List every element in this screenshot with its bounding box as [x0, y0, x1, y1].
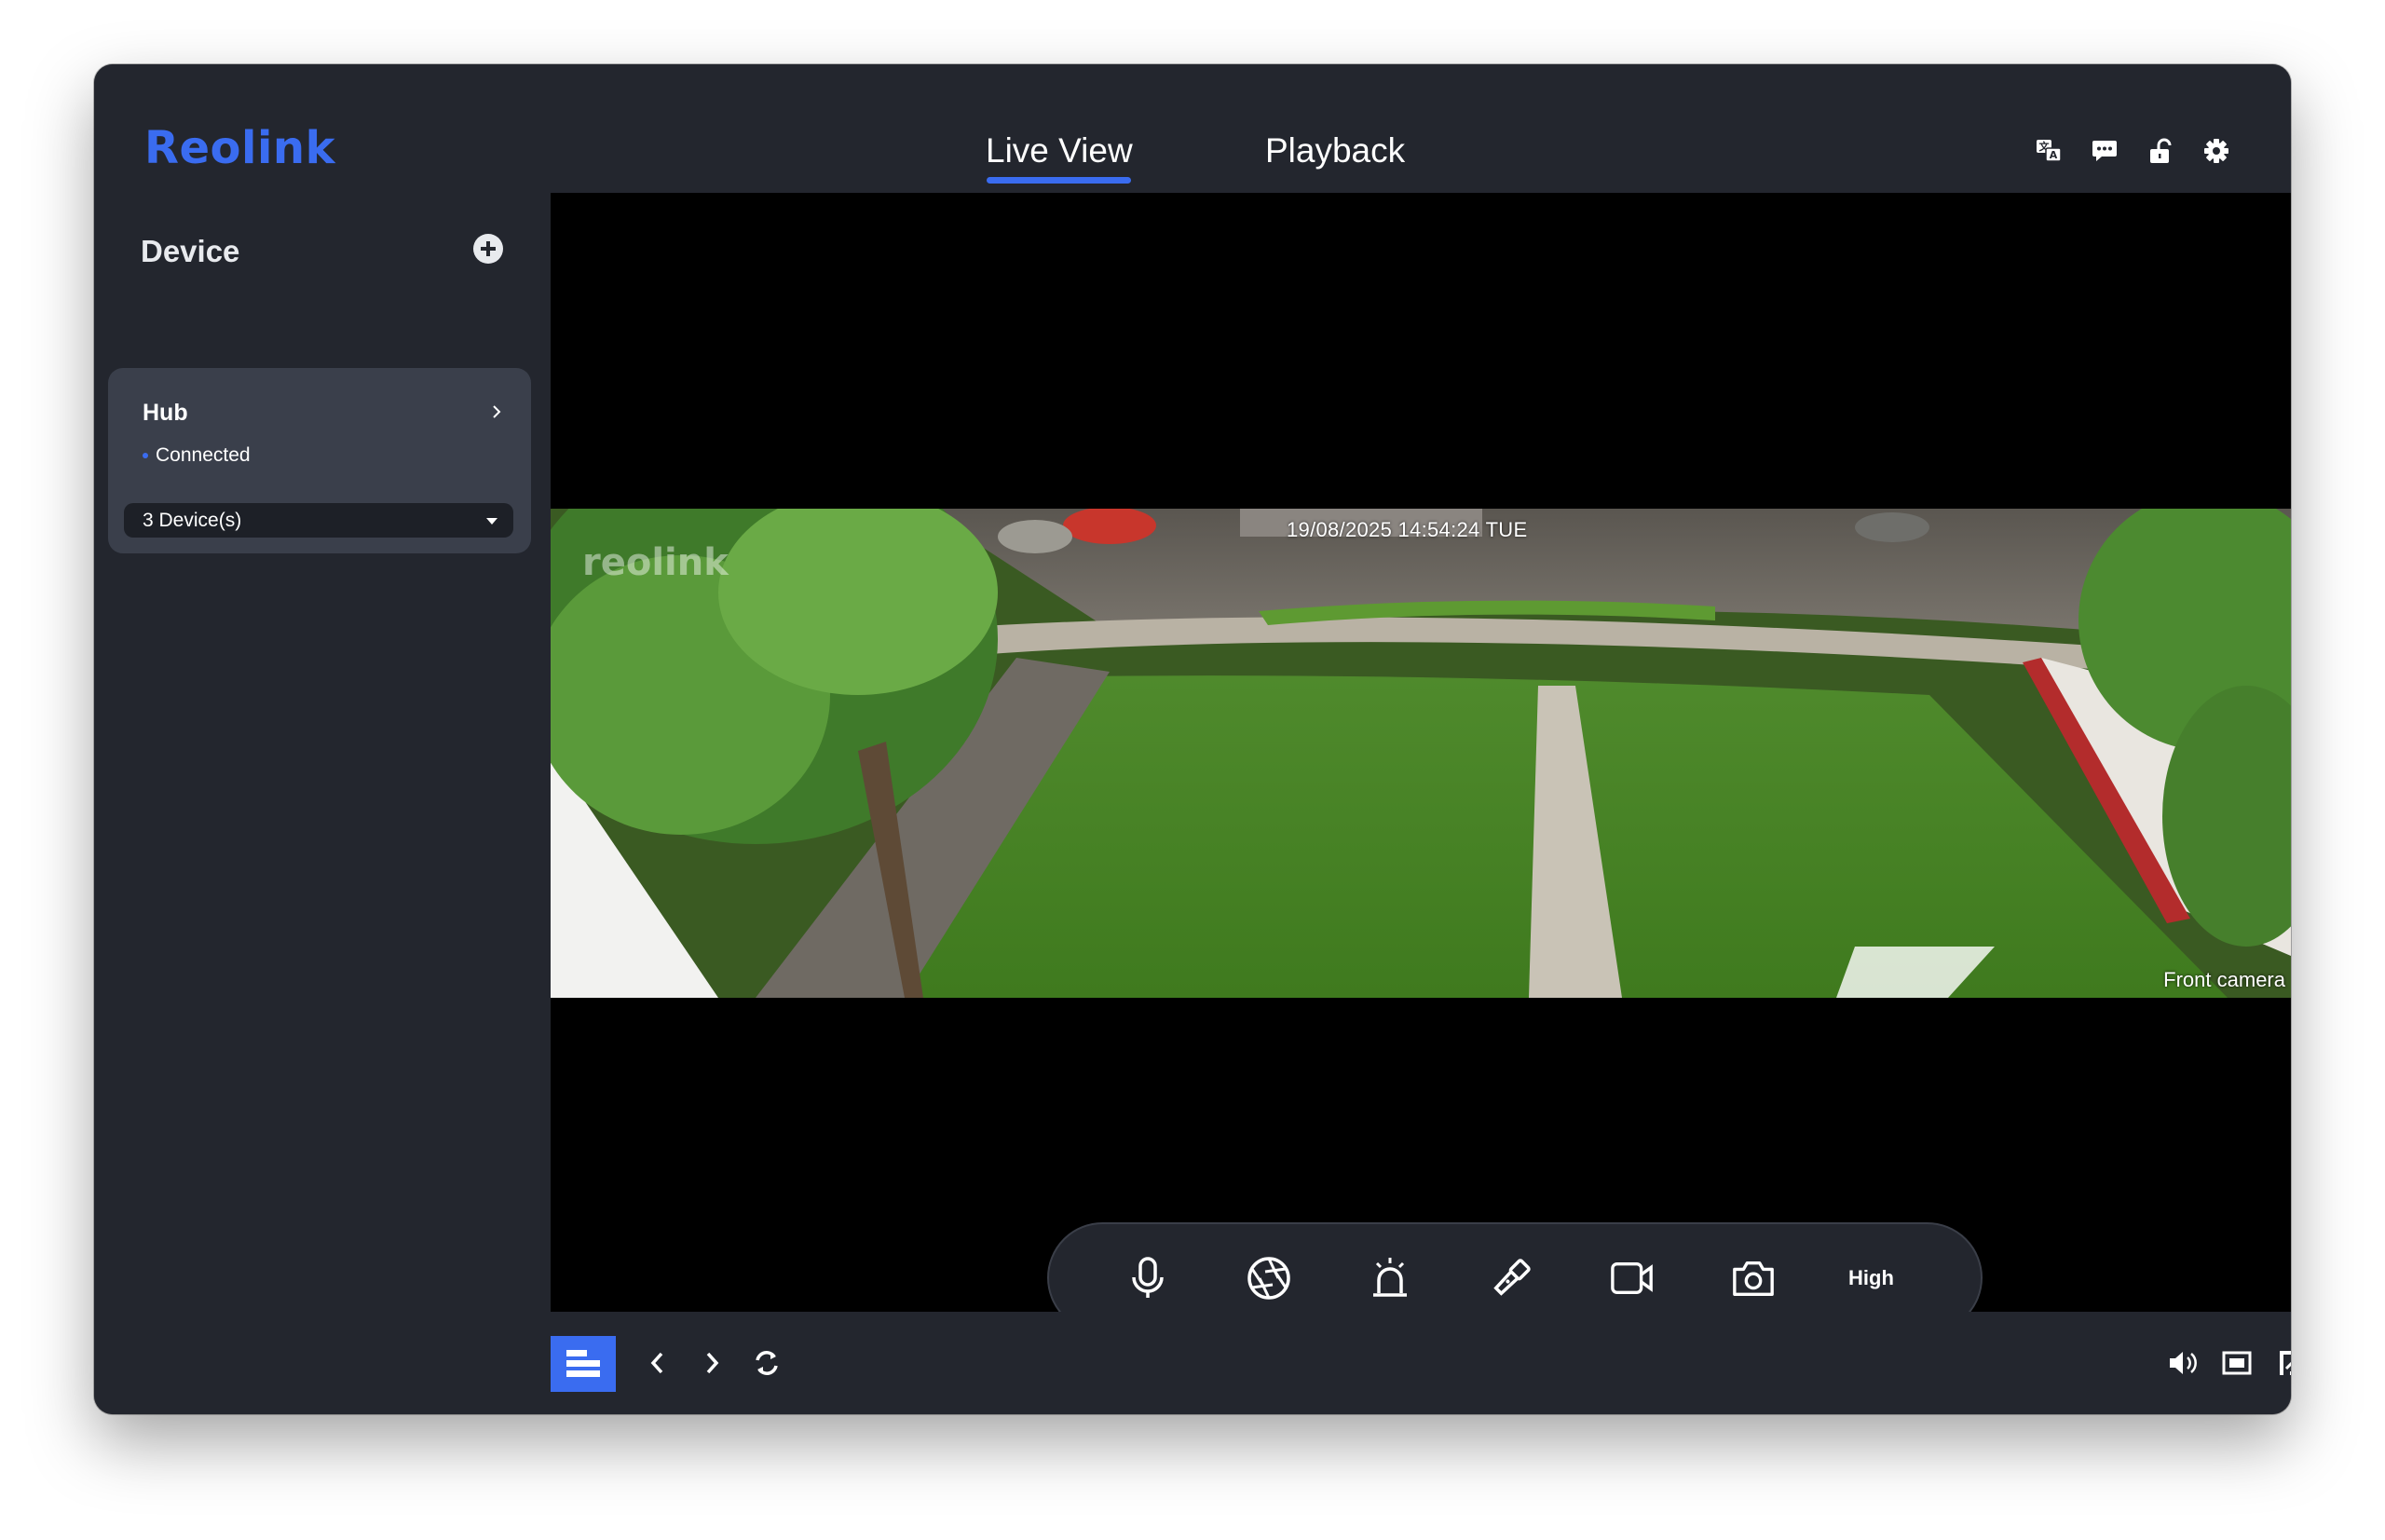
tab-live-view[interactable]: Live View: [986, 131, 1133, 170]
flashlight-icon[interactable]: [1489, 1256, 1533, 1301]
sidebar: Device Hub Connected 3 Device(s): [94, 193, 551, 1414]
camera-feed[interactable]: reolink 19/08/2025 14:54:24 TUE Front ca…: [551, 509, 2291, 998]
prev-icon[interactable]: [642, 1347, 674, 1379]
translate-icon[interactable]: 文A: [2034, 136, 2064, 166]
layout-icon[interactable]: [551, 1336, 616, 1392]
device-count-dropdown[interactable]: 3 Device(s): [124, 503, 513, 538]
caret-down-icon: [486, 518, 497, 525]
record-icon[interactable]: [1610, 1256, 1655, 1301]
camera-scene-image: [551, 509, 2291, 998]
plus-circle-icon: [473, 234, 503, 264]
hub-status: Connected: [143, 444, 251, 467]
refresh-icon[interactable]: [751, 1347, 783, 1379]
svg-text:A: A: [2050, 149, 2058, 161]
fullscreen-icon[interactable]: [2276, 1347, 2291, 1379]
add-device-button[interactable]: [472, 233, 504, 265]
hub-card[interactable]: Hub Connected 3 Device(s): [108, 368, 531, 553]
live-controls-bar: High: [1047, 1222, 1983, 1312]
camera-name-label: Front camera: [2163, 968, 2285, 991]
unlock-icon[interactable]: [2146, 136, 2175, 166]
volume-icon[interactable]: [2167, 1347, 2199, 1379]
aperture-icon[interactable]: [1247, 1256, 1291, 1301]
header: Reolink Live View Playback 文A: [94, 64, 2291, 193]
aspect-icon[interactable]: [2221, 1347, 2253, 1379]
bottom-toolbar: [551, 1312, 2291, 1414]
device-count-label: 3 Device(s): [143, 510, 242, 531]
sidebar-title: Device: [141, 234, 240, 268]
microphone-icon[interactable]: [1125, 1256, 1170, 1301]
watermark: reolink: [582, 541, 729, 584]
hub-name: Hub: [143, 400, 188, 426]
tab-playback[interactable]: Playback: [1265, 131, 1405, 170]
active-tab-indicator: [987, 177, 1131, 184]
live-view-area: reolink 19/08/2025 14:54:24 TUE Front ca…: [551, 193, 2291, 1312]
hub-status-label: Connected: [156, 444, 251, 466]
siren-icon[interactable]: [1368, 1256, 1412, 1301]
next-icon[interactable]: [696, 1347, 728, 1379]
gear-icon[interactable]: [2201, 136, 2231, 166]
snapshot-icon[interactable]: [1731, 1256, 1776, 1301]
stream-quality-button[interactable]: High: [1848, 1266, 1894, 1290]
app-window: Reolink Live View Playback 文A Device Hub: [94, 64, 2291, 1414]
header-actions: 文A: [2034, 136, 2231, 166]
feed-timestamp: 19/08/2025 14:54:24 TUE: [1287, 518, 1528, 541]
message-icon[interactable]: [2090, 136, 2119, 166]
reolink-logo: Reolink: [144, 122, 335, 174]
chevron-right-icon[interactable]: [488, 402, 505, 422]
status-dot-icon: [143, 453, 148, 458]
